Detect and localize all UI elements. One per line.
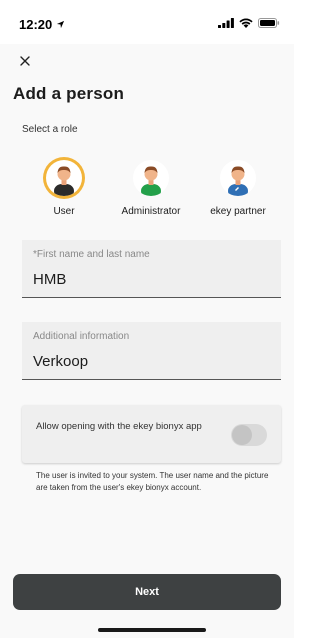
status-time-text: 12:20 (19, 17, 53, 32)
bionyx-app-toggle-card: Allow opening with the ekey bionyx app (22, 405, 281, 463)
role-administrator[interactable]: Administrator (106, 160, 196, 224)
additional-info-value[interactable]: Verkoop (33, 353, 88, 370)
additional-info-field[interactable]: Additional information Verkoop (22, 322, 281, 380)
role-label-user: User (53, 206, 75, 217)
next-button[interactable]: Next (13, 574, 281, 610)
status-time: 12:20 (19, 17, 65, 32)
wifi-icon (239, 18, 253, 28)
toggle-knob (232, 425, 252, 445)
person-with-wrench-icon (228, 166, 248, 196)
page-title: Add a person (13, 84, 125, 103)
name-field-value[interactable]: HMB (33, 271, 66, 288)
name-field[interactable]: *First name and last name HMB (22, 240, 281, 298)
help-text: The user is invited to your system. The … (36, 471, 269, 492)
additional-info-label: Additional information (33, 331, 130, 342)
role-ekey-partner[interactable]: ekey partner (193, 160, 283, 224)
location-arrow-icon (57, 20, 65, 29)
battery-icon (258, 18, 280, 28)
avatar-administrator (133, 160, 169, 196)
status-bar: 12:20 (0, 0, 294, 44)
role-user[interactable]: User (19, 160, 109, 224)
add-person-screen: 12:20 Add a person Select a role User Ad… (0, 0, 294, 638)
close-button[interactable] (14, 50, 36, 72)
bionyx-app-toggle[interactable] (231, 424, 267, 446)
name-field-label: *First name and last name (33, 249, 150, 260)
close-icon (20, 56, 30, 66)
role-label-administrator: Administrator (121, 206, 181, 217)
person-icon (141, 166, 161, 196)
home-indicator (98, 628, 206, 632)
signal-icon (218, 18, 234, 28)
person-icon (54, 166, 74, 196)
bionyx-app-toggle-label: Allow opening with the ekey bionyx app (36, 421, 202, 432)
avatar-user (46, 160, 82, 196)
role-label-ekey-partner: ekey partner (210, 206, 266, 217)
avatar-ekey-partner (220, 160, 256, 196)
status-icons (218, 18, 280, 28)
select-role-label: Select a role (22, 124, 78, 135)
